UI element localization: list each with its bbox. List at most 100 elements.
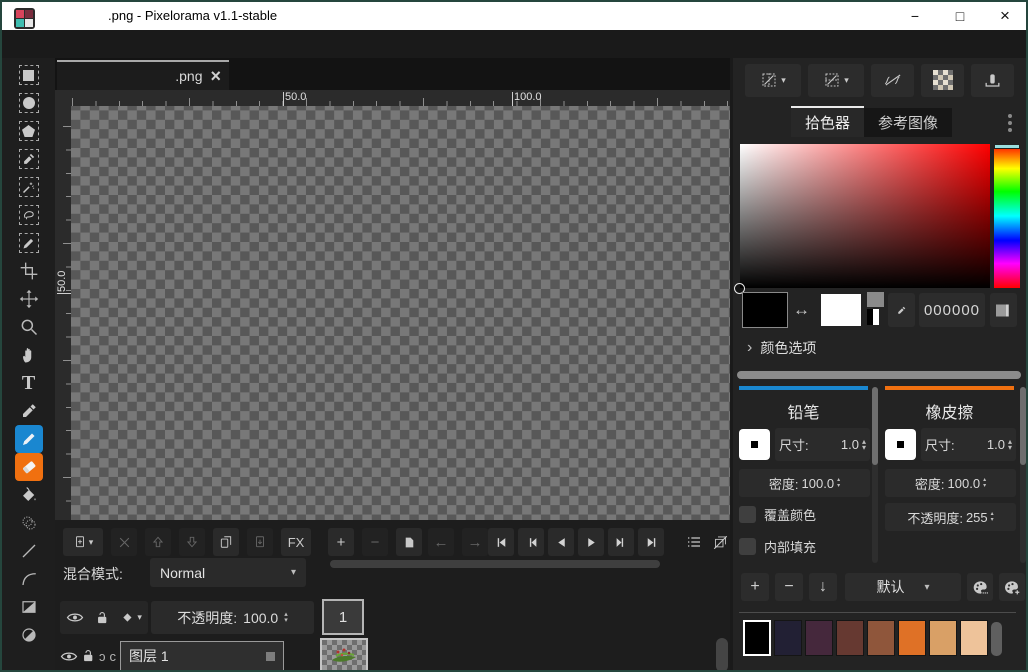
minimize-button[interactable]: − bbox=[895, 2, 935, 30]
add-frame-button[interactable]: + bbox=[328, 528, 354, 556]
go-first-frame-button[interactable] bbox=[488, 528, 514, 556]
hue-slider[interactable] bbox=[994, 144, 1020, 288]
lasso-select-tool[interactable] bbox=[15, 201, 43, 229]
palette-swatch-6[interactable] bbox=[898, 620, 926, 656]
eraser-opacity-field[interactable]: 不透明度: 255 ▴▾ bbox=[885, 503, 1016, 531]
palette-select-dropdown[interactable]: 默认 ▾ bbox=[845, 573, 961, 601]
timeline-vertical-scrollbar[interactable] bbox=[716, 638, 728, 672]
hex-color-field[interactable]: 000000 bbox=[919, 293, 985, 327]
secondary-color-swatch[interactable] bbox=[821, 294, 861, 326]
mirror-y-button[interactable]: ▾ bbox=[808, 64, 864, 97]
drawing-canvas[interactable] bbox=[71, 106, 730, 520]
left-size-field[interactable]: 尺寸: 1.0 ▴▾ bbox=[775, 428, 870, 461]
polygon-select-tool[interactable] bbox=[15, 117, 43, 145]
link-cel-icon[interactable]: ɔ bbox=[99, 649, 106, 664]
go-last-frame-button[interactable] bbox=[638, 528, 664, 556]
swap-colors-button[interactable]: ↔ bbox=[793, 300, 810, 320]
add-color-button[interactable]: + bbox=[741, 573, 769, 601]
tab-color-picker[interactable]: 拾色器 bbox=[791, 106, 864, 137]
overwrite-color-checkbox[interactable] bbox=[739, 506, 756, 523]
layer-fx-button[interactable]: FX bbox=[281, 528, 311, 556]
reset-colors-top-icon[interactable] bbox=[867, 292, 884, 307]
ellipse-tool[interactable] bbox=[15, 621, 43, 649]
edit-palette-button[interactable] bbox=[967, 573, 993, 601]
unlink-cel-icon[interactable]: c bbox=[110, 649, 117, 664]
right-size-field[interactable]: 尺寸: 1.0 ▴▾ bbox=[921, 428, 1016, 461]
sort-palette-button[interactable]: ↓ bbox=[809, 573, 837, 601]
settings-right-scrollbar[interactable] bbox=[1020, 387, 1026, 563]
cel-thumbnail[interactable] bbox=[320, 638, 368, 672]
palette-scrollbar[interactable] bbox=[991, 622, 1002, 656]
tab-reference-images[interactable]: 参考图像 bbox=[864, 108, 952, 137]
tab-close-icon[interactable]: × bbox=[210, 69, 221, 83]
cel-bucket-button[interactable]: ▾ bbox=[121, 611, 142, 624]
pencil-tool[interactable] bbox=[15, 425, 43, 453]
hue-cursor-icon[interactable] bbox=[994, 144, 1020, 149]
move-layer-up-button[interactable] bbox=[145, 528, 171, 556]
previous-frame-button[interactable] bbox=[518, 528, 544, 556]
rectangle-select-tool[interactable] bbox=[15, 61, 43, 89]
magic-wand-tool[interactable] bbox=[15, 173, 43, 201]
shading-tool[interactable] bbox=[15, 509, 43, 537]
settings-left-scrollbar[interactable] bbox=[872, 387, 878, 563]
layer1-lock-icon[interactable] bbox=[82, 649, 95, 663]
timeline-horizontal-scrollbar[interactable] bbox=[330, 560, 660, 568]
crop-tool[interactable] bbox=[15, 257, 43, 285]
left-brush-button[interactable] bbox=[739, 429, 770, 460]
layer-opacity-spinner[interactable]: ▴▾ bbox=[284, 612, 288, 623]
move-frame-right-button[interactable]: → bbox=[462, 528, 488, 556]
layer-visibility-icon[interactable] bbox=[66, 611, 84, 624]
maximize-button[interactable]: □ bbox=[940, 2, 980, 30]
eraser-opacity-spinner[interactable]: ▴▾ bbox=[991, 512, 994, 523]
blend-mode-dropdown[interactable]: Normal ▾ bbox=[150, 558, 306, 587]
left-density-spinner[interactable]: ▴▾ bbox=[837, 478, 840, 489]
saturation-value-box[interactable] bbox=[740, 144, 990, 288]
rectangle-tool[interactable] bbox=[15, 593, 43, 621]
layer-opacity-field[interactable]: 不透明度: 100.0 ▴▾ bbox=[151, 601, 314, 634]
add-layer-button[interactable]: ▾ bbox=[63, 528, 103, 556]
remove-color-button[interactable]: − bbox=[775, 573, 803, 601]
transparency-background-button[interactable] bbox=[921, 64, 964, 97]
right-density-field[interactable]: 密度: 100.0 ▴▾ bbox=[885, 469, 1016, 497]
color-select-tool[interactable] bbox=[15, 145, 43, 173]
move-frame-left-button[interactable]: ← bbox=[428, 528, 454, 556]
panel-horizontal-scrollbar[interactable] bbox=[737, 371, 1021, 379]
color-picker-tool[interactable] bbox=[15, 397, 43, 425]
fill-inside-checkbox-row[interactable]: 内部填充 bbox=[739, 537, 816, 556]
greyscale-view-button[interactable] bbox=[971, 64, 1014, 97]
ellipse-select-tool[interactable] bbox=[15, 89, 43, 117]
dynamics-button[interactable] bbox=[871, 64, 914, 97]
overwrite-color-checkbox-row[interactable]: 覆盖颜色 bbox=[739, 505, 816, 524]
play-button[interactable] bbox=[578, 528, 604, 556]
primary-color-swatch[interactable] bbox=[742, 292, 788, 328]
layer1-visibility-icon[interactable] bbox=[60, 650, 78, 663]
right-brush-button[interactable] bbox=[885, 429, 916, 460]
project-tab[interactable]: .png × bbox=[57, 60, 229, 90]
right-density-spinner[interactable]: ▴▾ bbox=[983, 478, 986, 489]
palette-swatch-4[interactable] bbox=[836, 620, 864, 656]
palette-swatch-8[interactable] bbox=[960, 620, 988, 656]
color-options-expander[interactable]: › 颜色选项 bbox=[747, 338, 816, 358]
play-backwards-button[interactable] bbox=[548, 528, 574, 556]
layer-name-field[interactable]: 图层 1 bbox=[120, 641, 284, 671]
frame-1-header[interactable]: 1 bbox=[322, 599, 364, 635]
palette-swatch-5[interactable] bbox=[867, 620, 895, 656]
delete-layer-button[interactable] bbox=[111, 528, 137, 556]
next-frame-button[interactable] bbox=[608, 528, 634, 556]
color-display-mode-button[interactable] bbox=[990, 293, 1017, 327]
mirror-x-button[interactable]: ▾ bbox=[745, 64, 801, 97]
close-button[interactable]: × bbox=[985, 2, 1025, 30]
palette-swatch-2[interactable] bbox=[774, 620, 802, 656]
layer-lock-icon[interactable] bbox=[96, 611, 109, 625]
bucket-tool[interactable] bbox=[15, 481, 43, 509]
paint-select-tool[interactable] bbox=[15, 229, 43, 257]
move-layer-down-button[interactable] bbox=[179, 528, 205, 556]
palette-swatch-1[interactable] bbox=[743, 620, 771, 656]
merge-layer-button[interactable] bbox=[247, 528, 273, 556]
onion-skinning-button[interactable] bbox=[707, 528, 733, 556]
text-tool[interactable]: T bbox=[15, 369, 43, 397]
move-tool[interactable] bbox=[15, 285, 43, 313]
screen-color-picker-button[interactable] bbox=[888, 293, 915, 327]
right-size-spinner[interactable]: ▴▾ bbox=[1008, 439, 1012, 450]
left-density-field[interactable]: 密度: 100.0 ▴▾ bbox=[739, 469, 870, 497]
